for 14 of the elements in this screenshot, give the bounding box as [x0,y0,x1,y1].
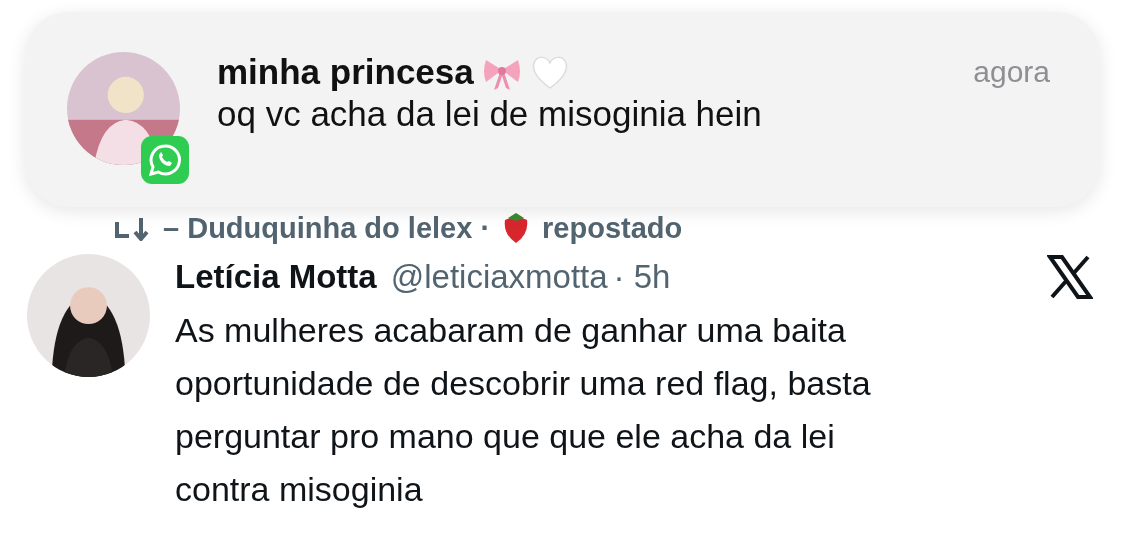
post-time: · 5h [613,258,671,296]
author-name[interactable]: Letícia Motta [175,258,377,296]
repost-label: repostado [542,211,683,245]
notification-banner[interactable]: minha princesa agora oq vc acha da lei de misoginia hein [25,12,1100,207]
post-text: As mulheres acabaram de ganhar uma baita oportunidade de descobrir uma red flag, basta perguntar pro mano que que ele acha da lei contra misoginia [175,310,872,510]
chat-app-icon [141,136,189,184]
message-preview: oq vc acha da lei de misoginia hein [217,94,763,134]
notification-time: agora [973,55,1050,89]
x-logo-icon [1047,254,1093,300]
contact-name: minha princesa [217,52,474,92]
strawberry-icon [504,212,529,244]
reposted-by: – Duduquinha do lelex · [163,211,491,245]
author-handle[interactable]: @leticiaxmotta [390,258,608,296]
repost-icon [115,215,149,241]
